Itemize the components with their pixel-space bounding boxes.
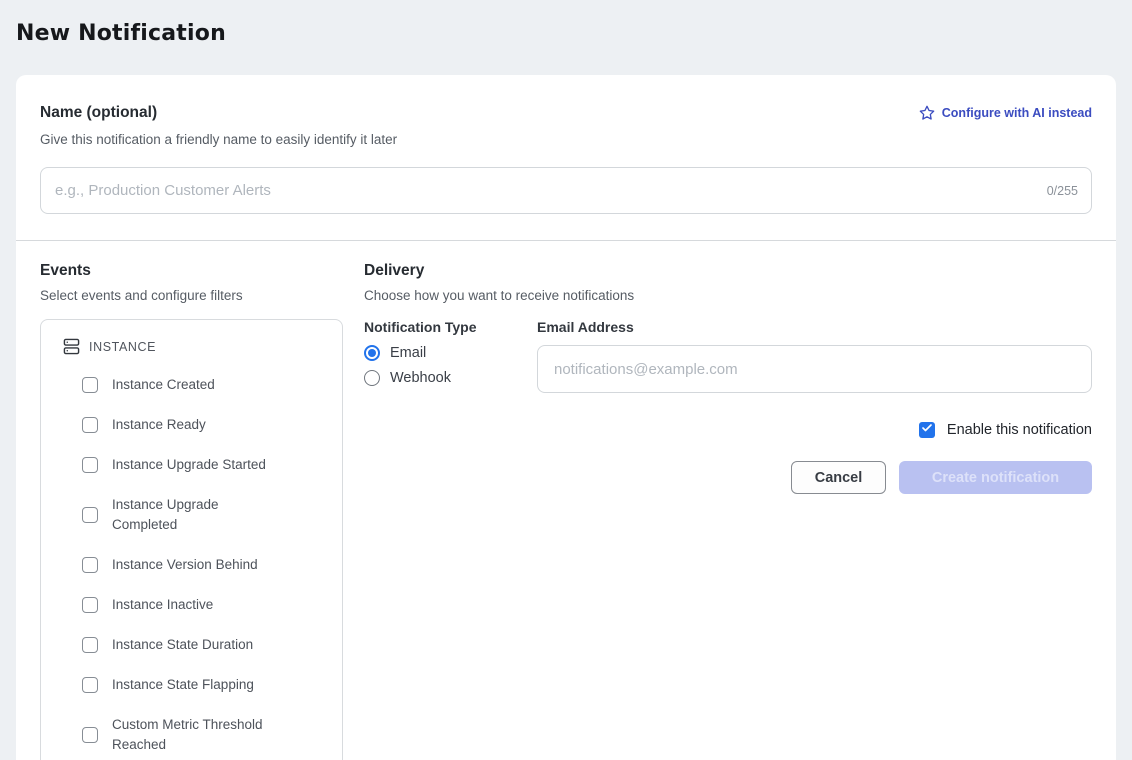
event-checkbox-row[interactable]: Instance State Duration <box>82 635 322 655</box>
server-icon <box>63 338 80 355</box>
enable-notification-checkbox[interactable] <box>919 422 935 438</box>
event-checkbox[interactable] <box>82 377 98 393</box>
event-checkbox-row[interactable]: Instance Created <box>82 375 322 395</box>
name-section: Name (optional) Configure with AI instea… <box>16 75 1116 240</box>
event-checkbox[interactable] <box>82 507 98 523</box>
events-section: Events Select events and configure filte… <box>40 262 343 760</box>
star-icon <box>919 105 935 121</box>
event-checkbox-row[interactable]: Instance Ready <box>82 415 322 435</box>
event-checkbox[interactable] <box>82 727 98 743</box>
event-group-label: INSTANCE <box>89 340 156 354</box>
configure-with-ai-label: Configure with AI instead <box>942 106 1092 120</box>
delivery-heading: Delivery <box>364 262 1092 280</box>
event-checkbox-row[interactable]: Instance Upgrade Completed <box>82 495 322 535</box>
event-label: Instance State Flapping <box>112 675 254 695</box>
event-label: Instance Ready <box>112 415 206 435</box>
cancel-button[interactable]: Cancel <box>791 461 886 494</box>
create-notification-button[interactable]: Create notification <box>899 461 1092 494</box>
page-title: New Notification <box>16 0 1116 46</box>
name-input[interactable] <box>40 167 1092 214</box>
radio-button-email[interactable] <box>364 345 380 361</box>
event-label: Instance State Duration <box>112 635 253 655</box>
char-counter: 0/255 <box>1047 184 1078 198</box>
email-address-label: Email Address <box>537 319 1092 335</box>
event-label: Custom Metric Threshold Reached <box>112 715 282 755</box>
new-notification-card: Name (optional) Configure with AI instea… <box>16 75 1116 760</box>
events-heading: Events <box>40 262 343 280</box>
event-checkbox[interactable] <box>82 457 98 473</box>
radio-option-webhook[interactable]: Webhook <box>364 370 513 386</box>
event-label: Instance Upgrade Completed <box>112 495 282 535</box>
event-checkbox-row[interactable]: Instance Upgrade Started <box>82 455 322 475</box>
event-label: Instance Version Behind <box>112 555 258 575</box>
email-address-input[interactable] <box>537 345 1092 393</box>
events-list-panel: INSTANCE Instance Created Instance Ready… <box>40 319 343 760</box>
notification-type-label: Notification Type <box>364 319 513 335</box>
event-checkbox[interactable] <box>82 597 98 613</box>
radio-label-webhook: Webhook <box>390 370 451 386</box>
delivery-subtitle: Choose how you want to receive notificat… <box>364 288 1092 303</box>
name-heading: Name (optional) <box>40 104 157 122</box>
event-checkbox-row[interactable]: Custom Metric Threshold Reached <box>82 715 322 755</box>
events-subtitle: Select events and configure filters <box>40 288 343 303</box>
event-checkbox[interactable] <box>82 557 98 573</box>
enable-notification-row[interactable]: Enable this notification <box>364 422 1092 438</box>
event-checkbox[interactable] <box>82 417 98 433</box>
event-checkbox-row[interactable]: Instance Version Behind <box>82 555 322 575</box>
radio-label-email: Email <box>390 345 426 361</box>
enable-notification-label: Enable this notification <box>947 422 1092 438</box>
radio-button-webhook[interactable] <box>364 370 380 386</box>
event-label: Instance Inactive <box>112 595 213 615</box>
configure-with-ai-button[interactable]: Configure with AI instead <box>919 105 1092 121</box>
radio-option-email[interactable]: Email <box>364 345 513 361</box>
event-label: Instance Upgrade Started <box>112 455 266 475</box>
check-icon <box>921 421 933 439</box>
delivery-section: Delivery Choose how you want to receive … <box>364 262 1092 760</box>
event-checkbox[interactable] <box>82 637 98 653</box>
event-checkbox-row[interactable]: Instance Inactive <box>82 595 322 615</box>
events-group-list: INSTANCE Instance Created Instance Ready… <box>63 338 322 760</box>
page: New Notification Name (optional) Configu… <box>0 0 1132 760</box>
event-checkbox-row[interactable]: Instance State Flapping <box>82 675 322 695</box>
event-checkbox[interactable] <box>82 677 98 693</box>
name-description: Give this notification a friendly name t… <box>40 132 1092 147</box>
event-group-header: INSTANCE <box>63 338 322 355</box>
event-label: Instance Created <box>112 375 215 395</box>
